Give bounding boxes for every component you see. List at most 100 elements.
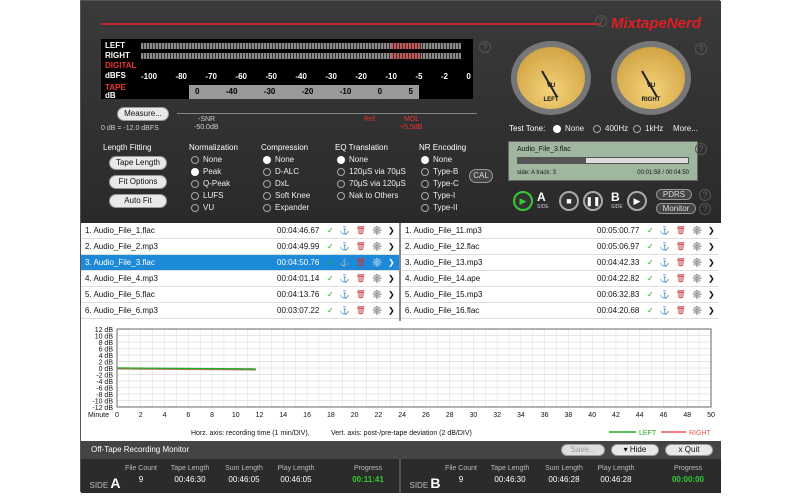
stop-button[interactable]: ■ bbox=[559, 191, 579, 211]
gear-icon[interactable]: ⚙ bbox=[692, 274, 708, 283]
chevron-right-icon[interactable]: ❯ bbox=[708, 242, 721, 251]
anchor-icon[interactable]: ⚓ bbox=[340, 274, 356, 283]
nr-typec-radio[interactable]: Type-C bbox=[421, 178, 459, 189]
trash-icon[interactable]: 🗑 bbox=[676, 258, 692, 267]
comp-none-radio[interactable]: None bbox=[263, 154, 294, 165]
check-icon[interactable]: ✓ bbox=[327, 226, 340, 235]
comp-dxl-radio[interactable]: DxL bbox=[263, 178, 289, 189]
tone-more-link[interactable]: More... bbox=[673, 123, 698, 134]
nr-typeii-radio[interactable]: Type-II bbox=[421, 202, 457, 213]
gear-icon[interactable]: ⚙ bbox=[372, 226, 388, 235]
measure-button[interactable]: Measure... bbox=[117, 107, 169, 121]
pdrs-button[interactable]: PDRS bbox=[656, 189, 692, 200]
fit-options-button[interactable]: Fit Options bbox=[109, 175, 167, 189]
anchor-icon[interactable]: ⚓ bbox=[660, 274, 676, 283]
nr-typeb-radio[interactable]: Type-B bbox=[421, 166, 458, 177]
tone-1k-radio[interactable]: 1kHz bbox=[633, 123, 663, 134]
track-row[interactable]: 1. Audio_File_11.mp3 00:05:00.77 ✓⚓🗑⚙❯ bbox=[401, 223, 719, 239]
pause-button[interactable]: ❚❚ bbox=[583, 191, 603, 211]
save-button[interactable]: Save... bbox=[561, 444, 605, 456]
gear-icon[interactable]: ⚙ bbox=[692, 226, 708, 235]
anchor-icon[interactable]: ⚓ bbox=[660, 242, 676, 251]
gear-icon[interactable]: ⚙ bbox=[372, 258, 388, 267]
check-icon[interactable]: ✓ bbox=[327, 290, 340, 299]
track-row[interactable]: 3. Audio_File_3.flac 00:04:50.76 ✓⚓🗑⚙❯ bbox=[81, 255, 399, 271]
track-row[interactable]: 3. Audio_File_13.mp3 00:04:42.33 ✓⚓🗑⚙❯ bbox=[401, 255, 719, 271]
anchor-icon[interactable]: ⚓ bbox=[340, 258, 356, 267]
trash-icon[interactable]: 🗑 bbox=[356, 290, 372, 299]
trash-icon[interactable]: 🗑 bbox=[356, 258, 372, 267]
chevron-right-icon[interactable]: ❯ bbox=[708, 306, 721, 315]
norm-vu-radio[interactable]: VU bbox=[191, 202, 214, 213]
check-icon[interactable]: ✓ bbox=[327, 306, 340, 315]
trash-icon[interactable]: 🗑 bbox=[356, 274, 372, 283]
check-icon[interactable]: ✓ bbox=[647, 226, 660, 235]
track-row[interactable]: 4. Audio_File_14.ape 00:04:22.82 ✓⚓🗑⚙❯ bbox=[401, 271, 719, 287]
norm-peak-radio[interactable]: Peak bbox=[191, 166, 221, 177]
chevron-right-icon[interactable]: ❯ bbox=[708, 226, 721, 235]
gear-icon[interactable]: ⚙ bbox=[692, 242, 708, 251]
track-row[interactable]: 1. Audio_File_1.flac 00:04:46.67 ✓⚓🗑⚙❯ bbox=[81, 223, 399, 239]
check-icon[interactable]: ✓ bbox=[327, 274, 340, 283]
gear-icon[interactable]: ⚙ bbox=[372, 242, 388, 251]
trash-icon[interactable]: 🗑 bbox=[676, 290, 692, 299]
norm-none-radio[interactable]: None bbox=[191, 154, 222, 165]
norm-lufs-radio[interactable]: LUFS bbox=[191, 190, 223, 201]
anchor-icon[interactable]: ⚓ bbox=[340, 306, 356, 315]
track-row[interactable]: 5. Audio_File_5.flac 00:04:13.76 ✓⚓🗑⚙❯ bbox=[81, 287, 399, 303]
cal-button[interactable]: CAL bbox=[469, 169, 493, 183]
pdrs-help-icon[interactable]: ? bbox=[699, 189, 711, 201]
comp-dalc-radio[interactable]: D-ALC bbox=[263, 166, 299, 177]
hide-button[interactable]: ▾ Hide bbox=[611, 444, 659, 456]
track-row[interactable]: 6. Audio_File_16.flac 00:04:20.68 ✓⚓🗑⚙❯ bbox=[401, 303, 719, 319]
trash-icon[interactable]: 🗑 bbox=[676, 306, 692, 315]
gear-icon[interactable]: ⚙ bbox=[692, 258, 708, 267]
anchor-icon[interactable]: ⚓ bbox=[340, 226, 356, 235]
track-row[interactable]: 4. Audio_File_4.mp3 00:04:01.14 ✓⚓🗑⚙❯ bbox=[81, 271, 399, 287]
track-row[interactable]: 2. Audio_File_12.flac 00:05:06.97 ✓⚓🗑⚙❯ bbox=[401, 239, 719, 255]
tone-400-radio[interactable]: 400Hz bbox=[593, 123, 628, 134]
trash-icon[interactable]: 🗑 bbox=[356, 226, 372, 235]
chevron-right-icon[interactable]: ❯ bbox=[708, 274, 721, 283]
anchor-icon[interactable]: ⚓ bbox=[660, 258, 676, 267]
check-icon[interactable]: ✓ bbox=[647, 274, 660, 283]
trash-icon[interactable]: 🗑 bbox=[356, 242, 372, 251]
trash-icon[interactable]: 🗑 bbox=[676, 242, 692, 251]
monitor-help-icon[interactable]: ? bbox=[699, 203, 711, 215]
eq-120-radio[interactable]: 120µS via 70µS bbox=[337, 166, 406, 177]
anchor-icon[interactable]: ⚓ bbox=[660, 226, 676, 235]
check-icon[interactable]: ✓ bbox=[647, 258, 660, 267]
anchor-icon[interactable]: ⚓ bbox=[340, 242, 356, 251]
tone-none-radio[interactable]: None bbox=[553, 123, 584, 134]
trash-icon[interactable]: 🗑 bbox=[676, 274, 692, 283]
check-icon[interactable]: ✓ bbox=[327, 258, 340, 267]
play-side-b-button[interactable]: ▶ bbox=[627, 191, 647, 211]
anchor-icon[interactable]: ⚓ bbox=[340, 290, 356, 299]
track-row[interactable]: 5. Audio_File_15.mp3 00:06:32.83 ✓⚓🗑⚙❯ bbox=[401, 287, 719, 303]
comp-softknee-radio[interactable]: Soft Knee bbox=[263, 190, 310, 201]
nr-typei-radio[interactable]: Type-I bbox=[421, 190, 455, 201]
tape-length-button[interactable]: Tape Length bbox=[109, 156, 167, 170]
play-side-a-button[interactable]: ▶ bbox=[513, 191, 533, 211]
norm-qpeak-radio[interactable]: Q-Peak bbox=[191, 178, 230, 189]
monitor-button[interactable]: Monitor bbox=[656, 203, 696, 214]
quit-button[interactable]: x Quit bbox=[665, 444, 713, 456]
auto-fit-button[interactable]: Auto Fit bbox=[109, 194, 167, 208]
nr-none-radio[interactable]: None bbox=[421, 154, 452, 165]
vu-help-icon[interactable]: ? bbox=[695, 43, 707, 55]
display-help-icon[interactable]: ? bbox=[695, 143, 707, 155]
trash-icon[interactable]: 🗑 bbox=[356, 306, 372, 315]
check-icon[interactable]: ✓ bbox=[647, 242, 660, 251]
check-icon[interactable]: ✓ bbox=[647, 290, 660, 299]
anchor-icon[interactable]: ⚓ bbox=[660, 306, 676, 315]
meter-help-icon[interactable]: ? bbox=[479, 41, 491, 53]
track-row[interactable]: 2. Audio_File_2.mp3 00:04:49.99 ✓⚓🗑⚙❯ bbox=[81, 239, 399, 255]
comp-expander-radio[interactable]: Expander bbox=[263, 202, 309, 213]
eq-nak-radio[interactable]: Nak to Others bbox=[337, 190, 398, 201]
anchor-icon[interactable]: ⚓ bbox=[660, 290, 676, 299]
eq-70-radio[interactable]: 70µS via 120µS bbox=[337, 178, 406, 189]
check-icon[interactable]: ✓ bbox=[647, 306, 660, 315]
track-row[interactable]: 6. Audio_File_6.mp3 00:03:07.22 ✓⚓🗑⚙❯ bbox=[81, 303, 399, 319]
gear-icon[interactable]: ⚙ bbox=[372, 290, 388, 299]
help-icon[interactable]: ? bbox=[595, 15, 607, 27]
